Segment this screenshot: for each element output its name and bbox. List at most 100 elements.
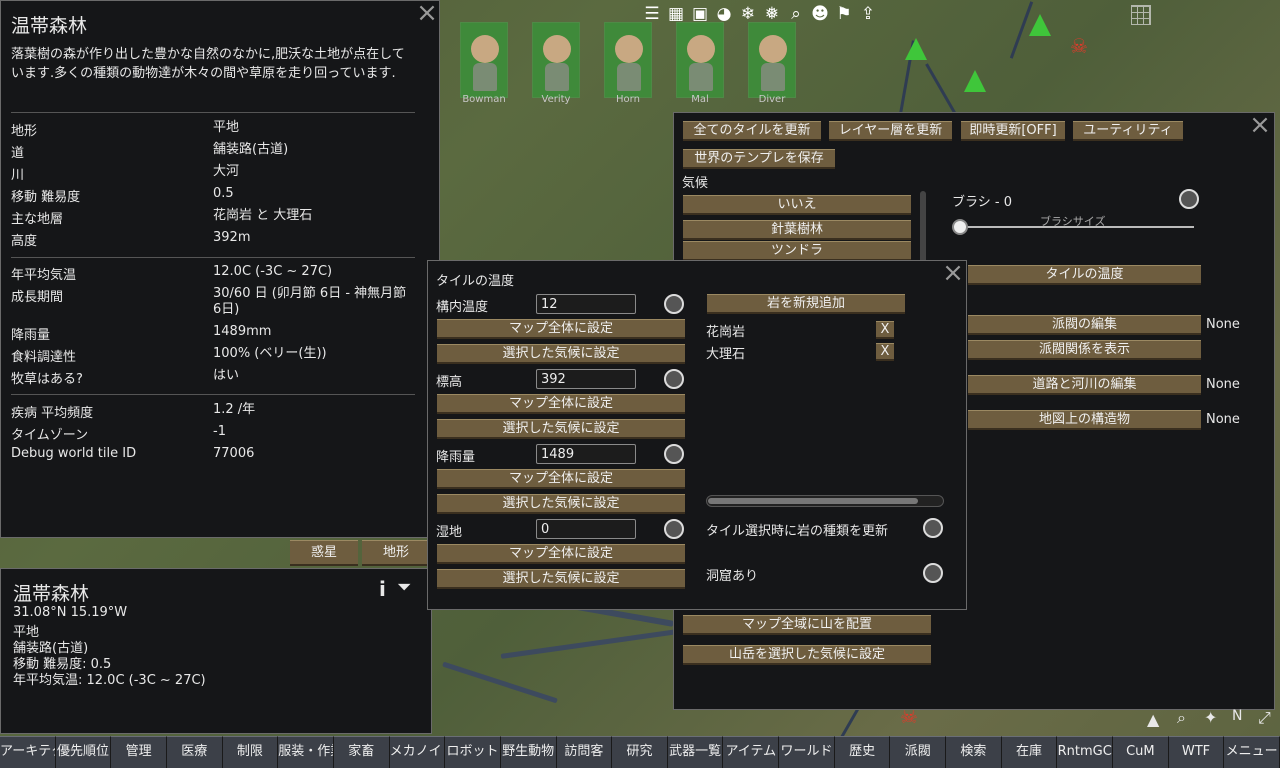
tab-14[interactable]: ワールド (779, 736, 835, 768)
remove-rock-button[interactable]: X (876, 321, 894, 339)
info-icon[interactable]: i (379, 577, 386, 601)
snowflake-icon[interactable]: ❄ (738, 4, 758, 24)
list-icon[interactable]: ☰ (642, 4, 662, 24)
close-icon[interactable]: × (416, 0, 438, 26)
set-map-button[interactable]: マップ全体に設定 (437, 394, 685, 414)
save-template-button[interactable]: 世界のテンプレを保存 (683, 149, 835, 169)
road-line (925, 63, 958, 117)
tab-3[interactable]: 医療 (166, 736, 223, 768)
stat-label: 食料調達性 (11, 350, 77, 365)
tab-7[interactable]: メカノイド (389, 736, 446, 768)
remove-rock-button[interactable]: X (876, 343, 894, 361)
field-input[interactable] (536, 519, 636, 539)
tab-19[interactable]: RntmGC (1057, 736, 1114, 768)
mountains-climate-button[interactable]: 山岳を選択した気候に設定 (683, 645, 931, 665)
tab-20[interactable]: CuM (1113, 736, 1169, 768)
colonist-portrait[interactable] (604, 22, 652, 98)
tab-4[interactable]: 制限 (222, 736, 279, 768)
tab-2[interactable]: 管理 (111, 736, 167, 768)
tab-11[interactable]: 研究 (612, 736, 668, 768)
stat-value: 0.5 (213, 186, 234, 201)
utility-button[interactable]: ユーティリティ (1073, 121, 1183, 141)
set-climate-button[interactable]: 選択した気候に設定 (437, 419, 685, 439)
zoom-icon[interactable]: ⌕ (1177, 708, 1186, 728)
tab-15[interactable]: 歴史 (834, 736, 891, 768)
field-toggle[interactable] (664, 444, 684, 464)
chevron-down-icon[interactable]: ⏷ (397, 577, 411, 598)
stat-label: 主な地層 (11, 212, 64, 227)
update-rock-toggle[interactable] (923, 518, 943, 538)
flag-icon[interactable]: ⚑ (834, 4, 854, 24)
close-icon[interactable]: × (1249, 112, 1271, 138)
caves-toggle[interactable] (923, 563, 943, 583)
tab-10[interactable]: 訪問客 (556, 736, 613, 768)
tab-0[interactable]: アーキテクト (0, 736, 56, 768)
rock-scrollbar[interactable] (706, 495, 944, 507)
tab-16[interactable]: 派閥 (890, 736, 947, 768)
layers-icon[interactable]: ▣ (690, 4, 710, 24)
faction-value: None (1206, 317, 1240, 332)
faction-edit-button[interactable]: 派閥の編集 (968, 315, 1201, 335)
table-icon[interactable]: ▦ (666, 4, 686, 24)
upload-icon[interactable]: ⇪ (858, 4, 878, 24)
field-toggle[interactable] (664, 369, 684, 389)
tab-22[interactable]: メニュー (1224, 736, 1280, 768)
brush-toggle[interactable] (1179, 189, 1199, 209)
expand-icon[interactable]: ⤢ (1258, 708, 1271, 728)
tab-9[interactable]: 野生動物 (500, 736, 557, 768)
mountain-icon[interactable]: ▲ (1147, 710, 1159, 729)
stat-value: 100% (ベリー(生)) (213, 346, 327, 361)
tab-18[interactable]: 在庫 (1001, 736, 1058, 768)
rock-scrollbar-thumb[interactable] (708, 498, 918, 504)
field-input[interactable] (536, 444, 636, 464)
instant-update-button[interactable]: 即時更新[OFF] (961, 121, 1065, 141)
tab-8[interactable]: ロボット (445, 736, 501, 768)
place-mountains-button[interactable]: マップ全域に山を配置 (683, 615, 931, 635)
stat-value: 1.2 /年 (213, 402, 256, 417)
tab-13[interactable]: アイテム (723, 736, 780, 768)
show-relations-button[interactable]: 派閥関係を表示 (968, 340, 1201, 360)
climate-option[interactable]: 針葉樹林 (683, 220, 911, 240)
set-climate-button[interactable]: 選択した気候に設定 (437, 344, 685, 364)
brush-size-handle[interactable] (952, 219, 968, 235)
climate-option[interactable]: ツンドラ (683, 241, 911, 261)
road-river-edit-button[interactable]: 道路と河川の編集 (968, 375, 1201, 395)
search-icon[interactable]: ⌕ (786, 4, 806, 24)
tab-5[interactable]: 服装・作業 (278, 736, 334, 768)
set-climate-button[interactable]: 選択した気候に設定 (437, 569, 685, 589)
close-icon[interactable]: × (942, 260, 964, 286)
tab-planet[interactable]: 惑星 (290, 540, 358, 566)
stat-value: 大河 (213, 164, 240, 179)
tile-temperature-button[interactable]: タイルの温度 (968, 265, 1201, 285)
tab-17[interactable]: 検索 (946, 736, 1002, 768)
colonist-portrait[interactable] (676, 22, 724, 98)
set-map-button[interactable]: マップ全体に設定 (437, 469, 685, 489)
field-input[interactable] (536, 369, 636, 389)
set-map-button[interactable]: マップ全体に設定 (437, 544, 685, 564)
tab-terrain[interactable]: 地形 (362, 540, 430, 566)
update-layers-button[interactable]: レイヤー層を更新 (829, 121, 952, 141)
climate-option[interactable]: いいえ (683, 195, 911, 215)
grid-icon[interactable] (1131, 5, 1151, 25)
set-map-button[interactable]: マップ全体に設定 (437, 319, 685, 339)
set-climate-button[interactable]: 選択した気候に設定 (437, 494, 685, 514)
lightbulb-icon[interactable]: ✦ (1204, 708, 1217, 727)
update-all-tiles-button[interactable]: 全てのタイルを更新 (683, 121, 821, 141)
structures-button[interactable]: 地図上の構造物 (968, 410, 1201, 430)
colonist-portrait[interactable] (532, 22, 580, 98)
add-rock-button[interactable]: 岩を新規追加 (707, 294, 905, 314)
tab-1[interactable]: 優先順位 (55, 736, 112, 768)
colonist-portrait[interactable] (748, 22, 796, 98)
bucket-icon[interactable]: ◕ (714, 4, 734, 24)
brush-size-slider[interactable] (960, 226, 1194, 228)
field-toggle[interactable] (664, 294, 684, 314)
colonist-portrait[interactable] (460, 22, 508, 98)
tab-6[interactable]: 家畜 (333, 736, 390, 768)
tab-21[interactable]: WTF (1168, 736, 1225, 768)
snowflake-alt-icon[interactable]: ❅ (762, 4, 782, 24)
compass-icon[interactable]: N (1232, 708, 1242, 724)
tab-12[interactable]: 武器一覧 (667, 736, 724, 768)
field-toggle[interactable] (664, 519, 684, 539)
field-input[interactable] (536, 294, 636, 314)
mask-icon[interactable]: ☻ (810, 4, 830, 24)
